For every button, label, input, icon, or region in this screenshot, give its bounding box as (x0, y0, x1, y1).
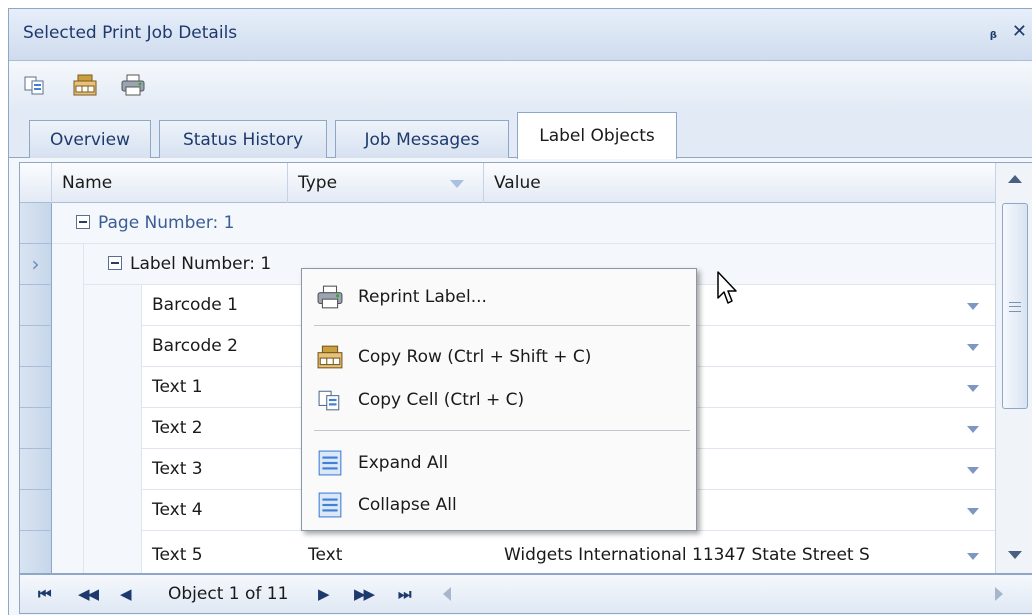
table-row[interactable]: Text 5 Text Widgets International 11347 … (142, 535, 995, 573)
group-page-label: Page Number: 1 (98, 213, 235, 233)
group-label-label: Label Number: 1 (130, 254, 272, 274)
first-record-button[interactable]: ⏮ (38, 585, 51, 603)
column-header-name[interactable]: Name (52, 163, 288, 203)
toolbar (9, 62, 1032, 110)
header-indicator-cell (20, 163, 52, 203)
scroll-thumb[interactable] (1002, 203, 1028, 409)
menu-item-label: Copy Cell (Ctrl + C) (358, 390, 525, 410)
menu-item-label: Reprint Label... (358, 287, 487, 307)
row-indicator[interactable] (20, 449, 52, 490)
chevron-down-icon[interactable] (967, 385, 979, 392)
grip-icon (1009, 302, 1021, 312)
tab-overview[interactable]: Overview (29, 120, 151, 158)
panel-titlebar: Selected Print Job Details ᵦ ✕ (9, 9, 1032, 61)
tab-status-history[interactable]: Status History (159, 120, 327, 158)
name-cell[interactable]: Text 4 (142, 490, 298, 531)
tab-label-objects[interactable]: Label Objects (517, 112, 677, 159)
context-menu: Reprint Label... Copy Row (Ctrl + Shift … (301, 268, 697, 531)
pin-icon[interactable]: ᵦ (990, 23, 997, 42)
tab-strip: Overview Status History Job Messages Lab… (9, 110, 1032, 159)
chevron-down-icon[interactable] (967, 344, 979, 351)
name-cell[interactable]: Text 1 (142, 367, 298, 408)
copy-row-icon[interactable] (73, 74, 97, 96)
vertical-scrollbar[interactable] (995, 163, 1032, 573)
name-cell[interactable]: Text 5 (142, 535, 298, 573)
next-page-button[interactable]: ▶▶ (354, 585, 375, 603)
chevron-down-icon[interactable] (967, 426, 979, 433)
last-record-button[interactable]: ⏭ (398, 585, 411, 603)
group-indent (52, 244, 84, 573)
value-cell[interactable]: Widgets International 11347 State Street… (494, 535, 995, 573)
menu-item-label: Copy Row (Ctrl + Shift + C) (358, 347, 592, 367)
menu-item-label: Expand All (358, 453, 449, 473)
menu-item-expand-all[interactable]: Expand All (304, 443, 694, 483)
scroll-right-icon[interactable] (995, 587, 1003, 601)
name-cell[interactable]: Barcode 2 (142, 326, 298, 367)
row-indicator[interactable] (20, 408, 52, 449)
current-row-indicator[interactable]: › (20, 244, 52, 285)
printer-icon (316, 283, 344, 311)
row-indicator[interactable] (20, 490, 52, 531)
scroll-up-icon[interactable] (1008, 175, 1022, 183)
scroll-down-icon[interactable] (1008, 551, 1022, 559)
column-filter-icon[interactable] (450, 180, 464, 188)
horizontal-scrollbar[interactable] (443, 575, 1003, 613)
menu-item-copy-row[interactable]: Copy Row (Ctrl + Shift + C) (304, 337, 694, 377)
record-navigator: ⏮ ◀◀ ◀ Object 1 of 11 ▶ ▶▶ ⏭ (19, 574, 1032, 614)
row-indicator[interactable] (20, 203, 52, 244)
column-header-value[interactable]: Value (484, 163, 995, 203)
tab-job-messages[interactable]: Job Messages (335, 120, 509, 158)
record-position: Object 1 of 11 (168, 584, 289, 604)
previous-record-button[interactable]: ◀ (120, 585, 131, 603)
grid-header: Name Type Value (20, 163, 995, 203)
name-cell[interactable]: Barcode 1 (142, 285, 298, 326)
name-cell[interactable]: Text 2 (142, 408, 298, 449)
row-indicator[interactable] (20, 531, 52, 573)
menu-separator (314, 430, 690, 431)
expand-all-icon (316, 449, 344, 477)
name-cell[interactable]: Text 3 (142, 449, 298, 490)
copy-cell-icon (316, 386, 344, 414)
scroll-left-icon[interactable] (443, 587, 451, 601)
chevron-down-icon[interactable] (967, 303, 979, 310)
menu-item-collapse-all[interactable]: Collapse All (304, 485, 694, 525)
copy-row-icon (316, 343, 344, 371)
next-record-button[interactable]: ▶ (318, 585, 329, 603)
menu-separator (314, 325, 690, 326)
panel-title: Selected Print Job Details (23, 23, 238, 43)
collapse-all-icon (316, 491, 344, 519)
row-indicator[interactable] (20, 285, 52, 326)
chevron-down-icon[interactable] (967, 508, 979, 515)
row-indicator[interactable] (20, 367, 52, 408)
previous-page-button[interactable]: ◀◀ (78, 585, 99, 603)
chevron-down-icon[interactable] (967, 553, 979, 560)
chevron-down-icon[interactable] (967, 467, 979, 474)
menu-item-copy-cell[interactable]: Copy Cell (Ctrl + C) (304, 380, 694, 420)
copy-cell-icon[interactable] (23, 74, 47, 96)
menu-item-label: Collapse All (358, 495, 457, 515)
collapse-icon[interactable] (76, 215, 90, 229)
collapse-icon[interactable] (108, 256, 122, 270)
mouse-pointer-icon (717, 271, 737, 304)
row-indicator[interactable] (20, 326, 52, 367)
group-page-cell: Page Number: 1 (52, 203, 652, 244)
close-icon[interactable]: ✕ (1012, 21, 1027, 42)
printer-icon[interactable] (121, 74, 145, 96)
group-row-page[interactable]: Page Number: 1 (52, 203, 995, 244)
group-indent (84, 285, 142, 573)
menu-item-reprint-label[interactable]: Reprint Label... (304, 277, 694, 317)
type-cell[interactable]: Text (298, 535, 494, 573)
